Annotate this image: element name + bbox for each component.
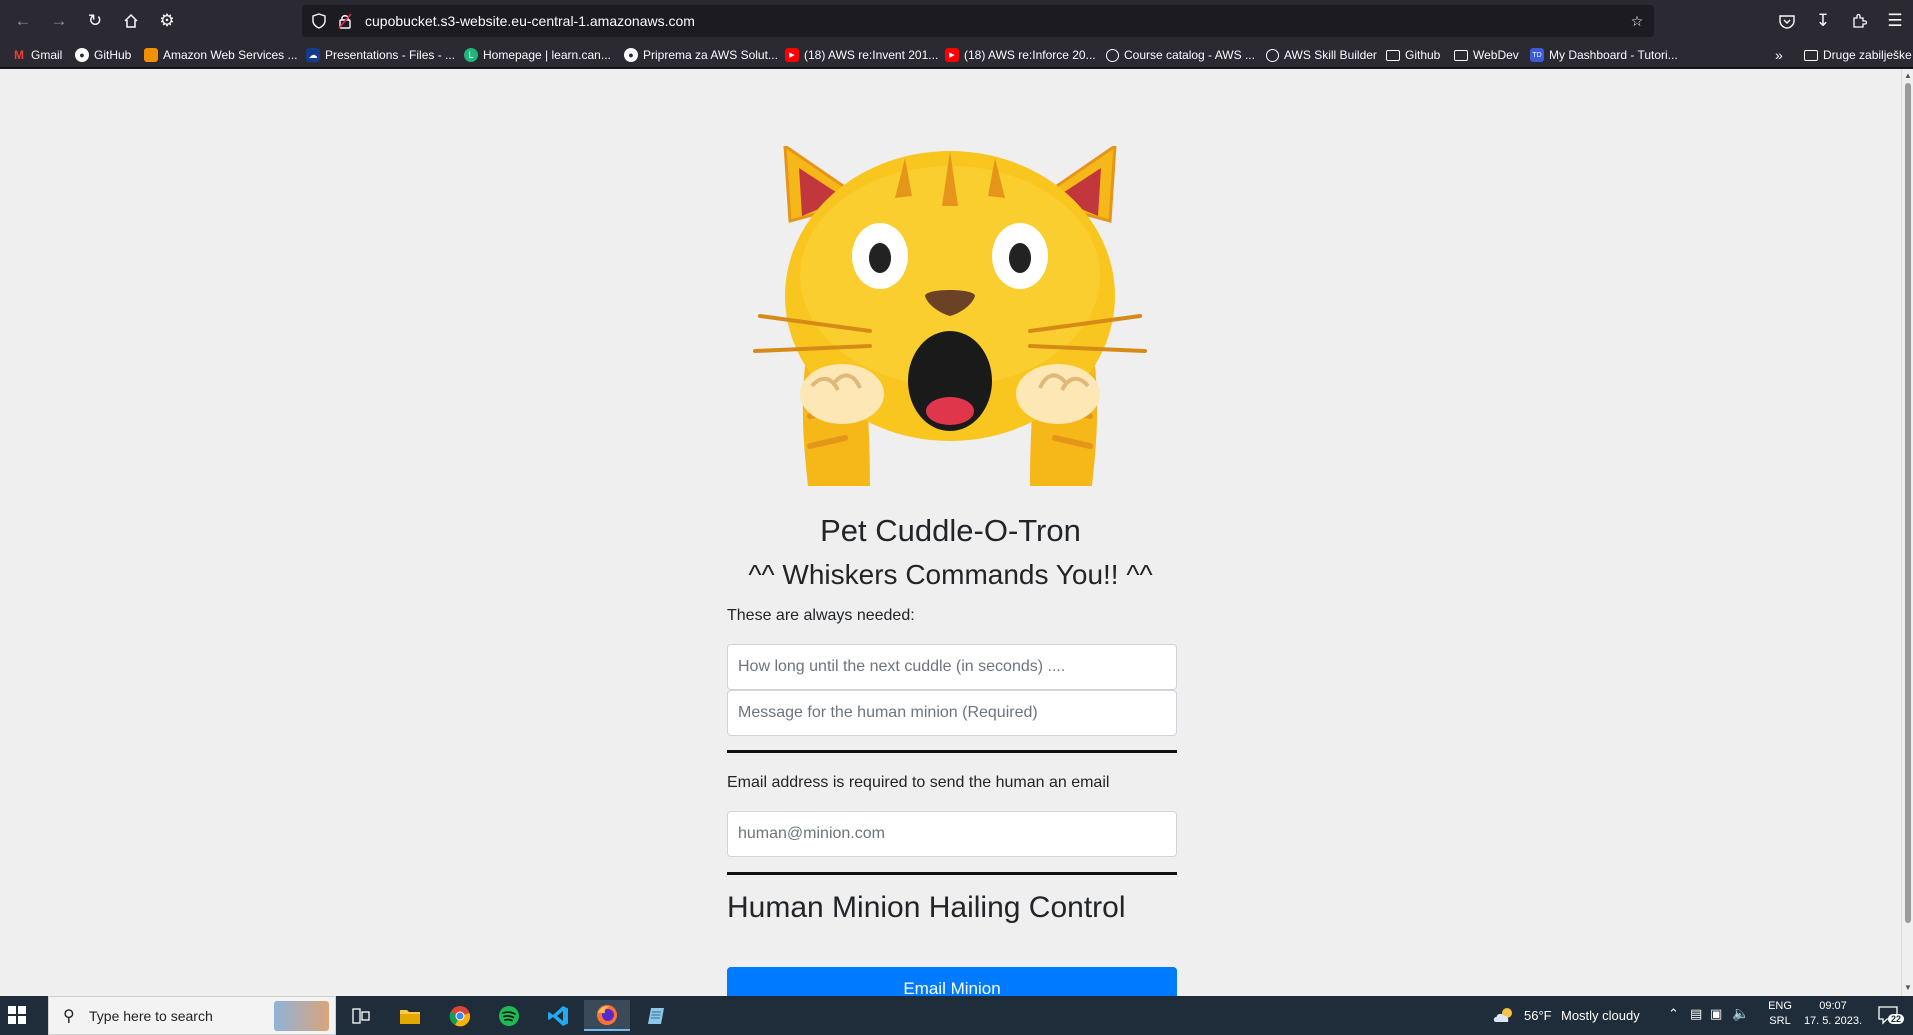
github-icon: ● xyxy=(624,48,638,62)
bookmark-gmail[interactable]: M Gmail xyxy=(12,46,62,64)
firefox-icon[interactable] xyxy=(584,1000,630,1031)
bookmark-course-catalog[interactable]: Course catalog - AWS ... xyxy=(1106,46,1255,64)
shield-icon[interactable] xyxy=(310,12,328,30)
spotify-icon[interactable] xyxy=(486,1000,532,1031)
search-icon: ⚲ xyxy=(63,1008,75,1025)
bookmark-learn[interactable]: L Homepage | learn.can... xyxy=(464,46,611,64)
clock[interactable]: 09:07 17. 5. 2023. xyxy=(1800,1000,1866,1027)
file-explorer-icon[interactable] xyxy=(387,1000,433,1031)
search-highlight-image xyxy=(274,1001,329,1031)
network-icon[interactable]: ▣ xyxy=(1710,1006,1722,1022)
bookmarks-bar: M Gmail ● GitHub Amazon Web Services ...… xyxy=(0,42,1913,68)
message-input[interactable] xyxy=(727,690,1177,736)
aws-icon xyxy=(144,48,158,62)
gmail-icon: M xyxy=(14,48,24,62)
pocket-icon[interactable] xyxy=(1774,8,1800,34)
cloud-icon: ☁ xyxy=(306,48,320,62)
bookmark-skill-builder[interactable]: AWS Skill Builder xyxy=(1266,46,1377,64)
bookmark-github[interactable]: ● GitHub xyxy=(75,46,131,64)
chevron-up-icon[interactable]: ⌃ xyxy=(1668,1006,1679,1022)
bookmark-priprema[interactable]: ● Priprema za AWS Solut... xyxy=(624,46,778,64)
home-icon[interactable] xyxy=(118,8,144,34)
menu-icon[interactable]: ☰ xyxy=(1882,8,1908,34)
bookmark-aws[interactable]: Amazon Web Services ... xyxy=(144,46,298,64)
email-minion-button[interactable]: Email Minion xyxy=(727,967,1177,996)
youtube-icon: ▶ xyxy=(785,48,799,62)
youtube-icon: ▶ xyxy=(945,48,959,62)
browser-toolbar: ← → ↻ ⚙ cupobucket.s3-website.eu-central… xyxy=(0,0,1913,42)
url-bar[interactable]: cupobucket.s3-website.eu-central-1.amazo… xyxy=(302,5,1654,37)
learn-icon: L xyxy=(464,48,478,62)
url-text[interactable]: cupobucket.s3-website.eu-central-1.amazo… xyxy=(365,13,695,29)
divider xyxy=(727,872,1177,875)
notepad-icon[interactable] xyxy=(633,1000,679,1031)
globe-icon xyxy=(1266,48,1279,62)
folder-icon xyxy=(1386,49,1400,61)
taskbar-search[interactable]: ⚲ Type here to search xyxy=(48,996,336,1035)
dashboard-icon: TD xyxy=(1530,48,1544,62)
scroll-up-icon[interactable]: ▲ xyxy=(1903,71,1913,81)
page-scrollbar[interactable]: ▲ ▼ xyxy=(1901,69,1913,996)
folder-icon xyxy=(1454,49,1468,61)
weather-temp[interactable]: 56°F xyxy=(1524,1008,1552,1023)
bookmark-folder-github[interactable]: Github xyxy=(1386,46,1440,64)
email-input[interactable] xyxy=(727,811,1177,857)
task-view-icon[interactable] xyxy=(338,1000,384,1031)
forward-icon[interactable]: → xyxy=(46,8,72,34)
bookmark-folder-webdev[interactable]: WebDev xyxy=(1454,46,1519,64)
more-bookmarks-icon[interactable]: » xyxy=(1775,46,1783,64)
volume-icon[interactable]: 🔈 xyxy=(1732,1005,1749,1022)
back-icon[interactable]: ← xyxy=(10,8,36,34)
bookmark-dashboard[interactable]: TD My Dashboard - Tutori... xyxy=(1530,46,1678,64)
meet-now-icon[interactable]: ▤ xyxy=(1690,1006,1702,1022)
other-bookmarks-folder[interactable]: Druge zabilješke xyxy=(1804,46,1912,64)
bookmark-star-icon[interactable]: ☆ xyxy=(1628,12,1646,30)
weather-cloud-icon[interactable] xyxy=(1492,1006,1516,1027)
always-needed-label: These are always needed: xyxy=(727,607,915,624)
notification-count: 22 xyxy=(1888,1014,1905,1024)
bookmark-reinvent[interactable]: ▶ (18) AWS re:Invent 201... xyxy=(785,46,938,64)
chrome-icon[interactable] xyxy=(437,1000,483,1031)
divider xyxy=(727,750,1177,753)
page-content: Pet Cuddle-O-Tron ^^ Whiskers Commands Y… xyxy=(0,69,1901,996)
globe-icon xyxy=(1106,48,1119,62)
email-required-label: Email address is required to send the hu… xyxy=(727,774,1110,791)
github-icon: ● xyxy=(75,48,89,62)
reload-icon[interactable]: ↻ xyxy=(82,8,108,34)
settings-icon[interactable]: ⚙ xyxy=(154,8,180,34)
extensions-icon[interactable] xyxy=(1846,8,1872,34)
insecure-lock-icon[interactable] xyxy=(336,12,354,30)
screaming-cat-image xyxy=(750,143,1150,486)
language-indicator[interactable]: ENG SRL xyxy=(1768,1000,1792,1027)
windows-taskbar: ⚲ Type here to search 56°F Mostly cloudy… xyxy=(0,996,1913,1035)
scroll-down-icon[interactable]: ▼ xyxy=(1903,983,1913,993)
scroll-thumb[interactable] xyxy=(1905,83,1911,923)
page-title: Pet Cuddle-O-Tron xyxy=(820,513,1081,548)
bookmark-presentations[interactable]: ☁ Presentations - Files - ... xyxy=(306,46,455,64)
folder-icon xyxy=(1804,49,1818,61)
wait-seconds-input[interactable] xyxy=(727,644,1177,690)
windows-start-icon[interactable] xyxy=(8,1006,34,1026)
hailing-control-heading: Human Minion Hailing Control xyxy=(727,891,1126,924)
notifications-icon[interactable]: 22 xyxy=(1878,1005,1905,1028)
bookmark-reinforce[interactable]: ▶ (18) AWS re:Inforce 20... xyxy=(945,46,1096,64)
page-subtitle: ^^ Whiskers Commands You!! ^^ xyxy=(748,559,1153,590)
weather-desc[interactable]: Mostly cloudy xyxy=(1561,1008,1640,1023)
downloads-icon[interactable]: ↧ xyxy=(1810,8,1836,34)
vscode-icon[interactable] xyxy=(535,1000,581,1031)
